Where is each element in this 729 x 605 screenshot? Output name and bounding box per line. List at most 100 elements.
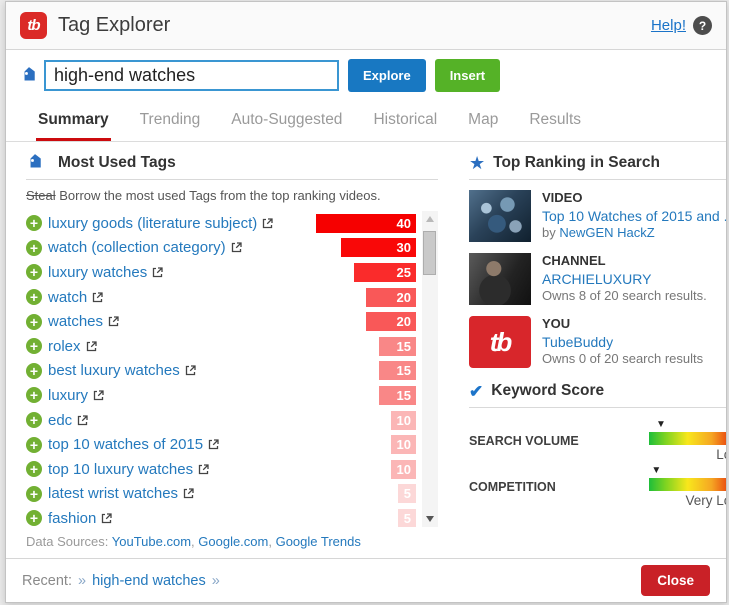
insert-button[interactable]: Insert — [434, 59, 501, 92]
source-link[interactable]: YouTube.com — [112, 534, 191, 549]
add-tag-plus-icon[interactable]: + — [26, 362, 42, 379]
add-tag-plus-icon[interactable]: + — [26, 239, 42, 256]
most-used-tags-title: Most Used Tags — [58, 154, 176, 171]
add-tag-plus-icon[interactable]: + — [26, 510, 42, 527]
tag-link[interactable]: rolex — [48, 338, 81, 355]
entry-link[interactable]: TubeBuddy — [542, 333, 703, 351]
tab-label: Summary — [38, 111, 109, 128]
add-tag-plus-icon[interactable]: + — [26, 461, 42, 478]
tab-summary[interactable]: Summary — [36, 100, 111, 141]
add-tag-plus-icon[interactable]: + — [26, 387, 42, 404]
tag-row: + top 10 watches of 2015 10 — [26, 432, 416, 457]
ranking-list: VIDEO Top 10 Watches of 2015 and ... by … — [469, 180, 726, 379]
external-link-icon[interactable] — [86, 341, 97, 352]
external-link-icon[interactable] — [198, 464, 209, 475]
close-button[interactable]: Close — [641, 565, 710, 596]
tab-bar: Summary Trending Auto-Suggested Historical M… — [6, 100, 726, 142]
most-used-tags-subtitle: Steal Borrow the most used Tags from the… — [26, 180, 438, 209]
tag-link[interactable]: edc — [48, 412, 72, 429]
tag-row: + luxury 15 — [26, 383, 416, 408]
tag-link[interactable]: top 10 luxury watches — [48, 461, 193, 478]
external-link-icon[interactable] — [92, 291, 103, 303]
add-tag-plus-icon[interactable]: + — [26, 338, 42, 355]
entry-link[interactable]: ARCHIELUXURY — [542, 270, 707, 288]
scroll-down-arrow-icon[interactable] — [422, 511, 438, 527]
entry-link[interactable]: Top 10 Watches of 2015 and ... — [542, 207, 726, 225]
tag-row: + watch 20 — [26, 285, 416, 310]
question-mark-icon[interactable]: ? — [693, 16, 712, 35]
meter-label: COMPETITION — [469, 480, 556, 494]
scrollbar-thumb[interactable] — [423, 231, 436, 275]
tag-usage-bar: 20 — [366, 312, 416, 332]
external-link-icon[interactable] — [108, 316, 119, 327]
add-tag-plus-icon[interactable]: + — [26, 215, 42, 232]
add-tag-plus-icon[interactable]: + — [26, 313, 42, 330]
score-meters: SEARCH VOLUME ▼ Low COMPETITION ▼ Very L… — [469, 408, 726, 513]
meter-gradient-bar — [649, 432, 726, 445]
tab-historical[interactable]: Historical — [371, 100, 439, 141]
tag-usage-bar: 10 — [391, 410, 416, 430]
tag-usage-bar: 40 — [316, 213, 416, 233]
source-link[interactable]: Google Trends — [276, 534, 361, 549]
bottom-bar: Recent: » high-end watches » Close — [6, 559, 726, 602]
tag-usage-bar: 10 — [391, 435, 416, 455]
add-tag-plus-icon[interactable]: + — [26, 412, 42, 429]
data-sources-label: Data Sources: — [26, 534, 109, 549]
tag-usage-bar: 15 — [378, 385, 416, 405]
recent-label: Recent: — [22, 572, 72, 589]
help-link[interactable]: Help! — [651, 17, 686, 34]
tag-link[interactable]: best luxury watches — [48, 362, 180, 379]
keyword-input[interactable] — [44, 60, 339, 91]
external-link-icon[interactable] — [231, 242, 242, 253]
tag-link[interactable]: luxury goods (literature subject) — [48, 215, 257, 232]
meter-label: SEARCH VOLUME — [469, 434, 579, 448]
external-link-icon[interactable] — [185, 365, 196, 376]
video-photo[interactable] — [469, 190, 531, 242]
external-link-icon[interactable] — [77, 414, 88, 426]
tag-link[interactable]: top 10 watches of 2015 — [48, 436, 203, 453]
tab-trending[interactable]: Trending — [138, 100, 203, 141]
source-link[interactable]: Google.com — [198, 534, 268, 549]
tab-map[interactable]: Map — [466, 100, 500, 141]
tag-link[interactable]: watch (collection category) — [48, 239, 226, 256]
external-link-icon[interactable] — [152, 267, 163, 278]
tag-link[interactable]: watches — [48, 313, 103, 330]
keyword-score-header: ✔ Keyword Score — [469, 382, 726, 408]
recent-keyword-link[interactable]: high-end watches — [92, 573, 206, 589]
tag-row: + top 10 luxury watches 10 — [26, 457, 416, 482]
star-icon: ★ — [469, 153, 486, 173]
tag-row: + luxury watches 25 — [26, 260, 416, 285]
tag-link[interactable]: fashion — [48, 510, 96, 527]
right-panel: ★ Top Ranking in Search VIDEO Top 10 Wat… — [469, 154, 726, 527]
external-link-icon[interactable] — [183, 488, 194, 499]
add-tag-plus-icon[interactable]: + — [26, 436, 42, 453]
external-link-icon[interactable] — [101, 513, 113, 524]
tag-icon — [30, 154, 41, 168]
tab-results[interactable]: Results — [527, 100, 583, 141]
add-tag-plus-icon[interactable]: + — [26, 485, 42, 502]
external-link-icon[interactable] — [93, 390, 104, 401]
tag-link[interactable]: luxury watches — [48, 264, 147, 281]
tab-label: Trending — [139, 111, 201, 128]
external-link-icon[interactable] — [208, 439, 219, 450]
tag-usage-bar: 5 — [398, 484, 416, 504]
top-ranking-header: ★ Top Ranking in Search — [469, 154, 726, 180]
keyword-score-title: Keyword Score — [491, 382, 605, 399]
tubebuddy-logo[interactable]: tb — [469, 316, 531, 368]
tag-link[interactable]: watch — [48, 289, 87, 306]
tag-link[interactable]: luxury — [48, 387, 88, 404]
subtitle-rest: Borrow the most used Tags from the top r… — [55, 188, 381, 203]
tab-auto-suggested[interactable]: Auto-Suggested — [229, 100, 344, 141]
tag-link[interactable]: latest wrist watches — [48, 485, 178, 502]
add-tag-plus-icon[interactable]: + — [26, 264, 42, 281]
tag-row: + luxury goods (literature subject) 40 — [26, 211, 416, 236]
entry-kind-label: YOU — [542, 316, 571, 332]
scrollbar[interactable] — [422, 211, 438, 527]
add-tag-plus-icon[interactable]: + — [26, 289, 42, 306]
scroll-up-arrow-icon[interactable] — [422, 211, 438, 227]
external-link-icon[interactable] — [262, 218, 273, 229]
explore-button[interactable]: Explore — [348, 59, 426, 92]
channel-photo[interactable] — [469, 253, 531, 305]
entry-author-link[interactable]: NewGEN HackZ — [559, 225, 654, 240]
tag-usage-bar: 15 — [378, 361, 416, 381]
